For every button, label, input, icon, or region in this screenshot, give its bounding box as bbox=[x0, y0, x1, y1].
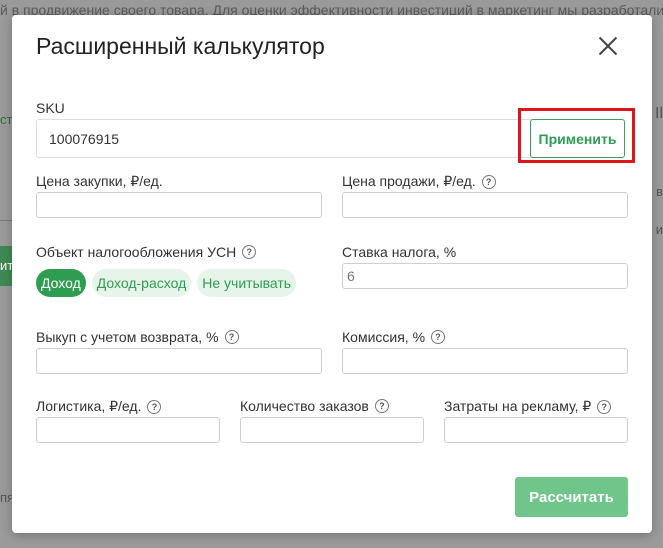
orders-count-label: Количество заказов ? bbox=[240, 398, 389, 414]
background-link: ст bbox=[0, 112, 13, 127]
purchase-price-label-text: Цена закупки, ₽/ед. bbox=[36, 173, 163, 189]
tax-option-income-expense[interactable]: Доход-расход bbox=[91, 269, 192, 297]
background-right-text-1: Il bbox=[655, 105, 663, 122]
help-icon[interactable]: ? bbox=[431, 330, 446, 344]
ad-costs-input[interactable] bbox=[444, 417, 628, 443]
sale-price-input[interactable] bbox=[342, 192, 628, 218]
background-button: ит bbox=[0, 246, 12, 286]
background-divider bbox=[0, 220, 12, 221]
ad-costs-label-text: Затраты на рекламу, ₽ bbox=[444, 398, 592, 414]
commission-label: Комиссия, % ? bbox=[342, 329, 446, 345]
ad-costs-label: Затраты на рекламу, ₽ ? bbox=[444, 398, 612, 415]
tax-option-income[interactable]: Доход bbox=[36, 269, 86, 297]
tax-object-label-text: Объект налогообложения УСН bbox=[36, 244, 237, 260]
tax-option-none[interactable]: Не учитывать bbox=[197, 269, 297, 297]
logistics-label-text: Логистика, ₽/ед. bbox=[36, 398, 142, 414]
logistics-label: Логистика, ₽/ед. ? bbox=[36, 398, 162, 415]
purchase-price-input[interactable] bbox=[36, 192, 322, 218]
sale-price-label: Цена продажи, ₽/ед. ? bbox=[342, 173, 496, 190]
sale-price-label-text: Цена продажи, ₽/ед. bbox=[342, 173, 476, 189]
calculator-modal: Расширенный калькулятор SKU Применить Це… bbox=[12, 15, 652, 533]
help-icon[interactable]: ? bbox=[147, 399, 162, 414]
commission-input[interactable] bbox=[342, 348, 628, 374]
orders-count-label-text: Количество заказов bbox=[240, 398, 369, 414]
close-icon[interactable] bbox=[597, 35, 619, 57]
help-icon[interactable]: ? bbox=[481, 174, 496, 189]
logistics-input[interactable] bbox=[36, 417, 220, 443]
help-icon[interactable]: ? bbox=[374, 399, 389, 413]
orders-count-input[interactable] bbox=[240, 417, 424, 443]
help-icon[interactable]: ? bbox=[597, 399, 612, 414]
buyout-label-text: Выкуп с учетом возврата, % bbox=[36, 329, 219, 345]
tax-object-label: Объект налогообложения УСН ? bbox=[36, 244, 257, 260]
sku-label: SKU bbox=[36, 100, 65, 116]
tax-object-options: Доход Доход-расход Не учитывать bbox=[36, 269, 297, 297]
tax-rate-label: Ставка налога, % bbox=[342, 244, 457, 260]
apply-button[interactable]: Применить bbox=[530, 119, 625, 158]
buyout-input[interactable] bbox=[36, 348, 322, 374]
tax-rate-input[interactable] bbox=[342, 263, 628, 289]
commission-label-text: Комиссия, % bbox=[342, 329, 426, 345]
purchase-price-label: Цена закупки, ₽/ед. bbox=[36, 173, 163, 190]
help-icon[interactable]: ? bbox=[242, 245, 257, 259]
help-icon[interactable]: ? bbox=[224, 330, 239, 344]
calculate-button[interactable]: Рассчитать bbox=[515, 477, 628, 517]
background-right-text-3: и bbox=[655, 222, 663, 237]
background-right-text-2: в bbox=[656, 184, 663, 199]
modal-title: Расширенный калькулятор bbox=[36, 33, 325, 59]
buyout-label: Выкуп с учетом возврата, % ? bbox=[36, 329, 239, 345]
